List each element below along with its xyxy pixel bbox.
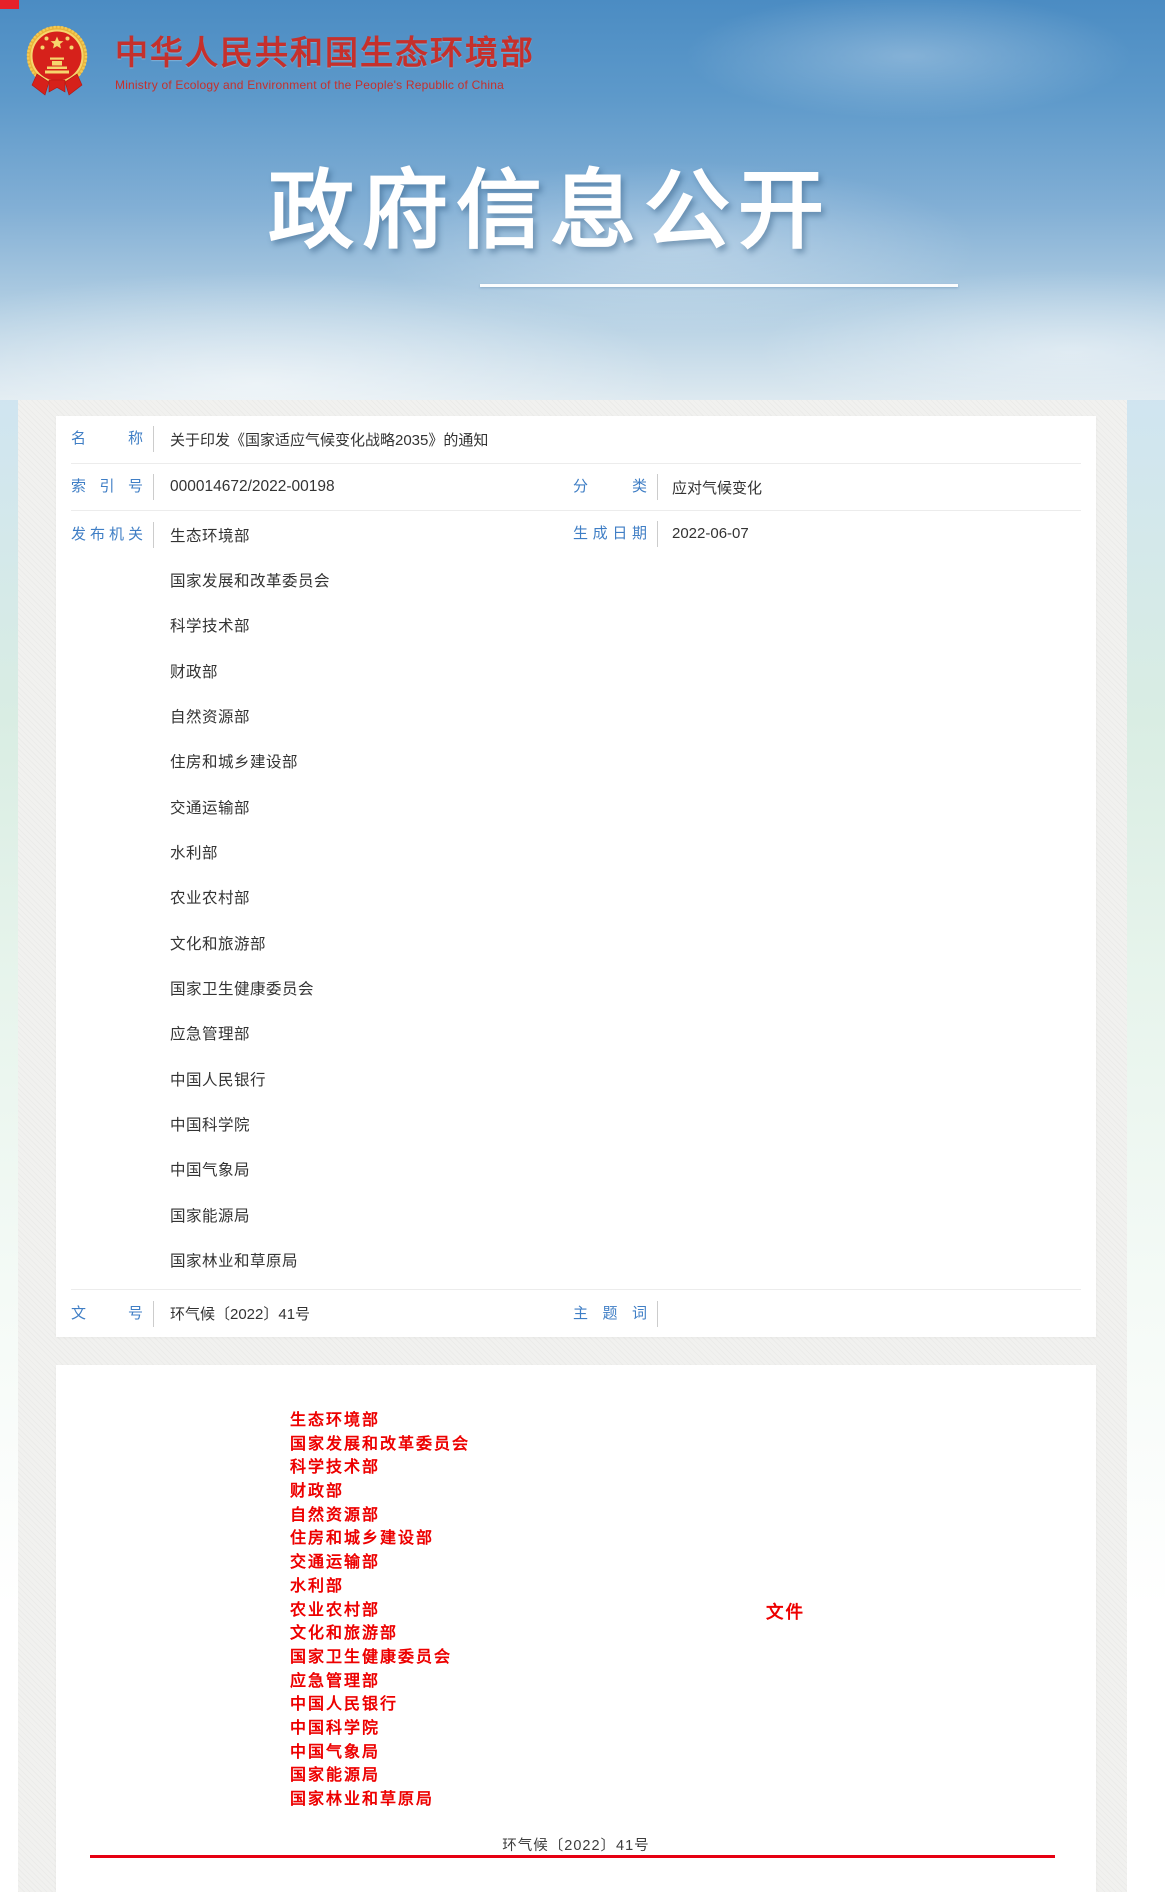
- document-agency-item: 生态环境部: [290, 1409, 1096, 1433]
- issuer-agency-item: 中国气象局: [170, 1147, 330, 1192]
- issuer-agency-item: 国家能源局: [170, 1192, 330, 1237]
- issuer-label: 发布机关: [71, 526, 143, 544]
- issuer-agency-item: 国家林业和草原局: [170, 1238, 330, 1283]
- document-agency-item: 国家能源局: [290, 1764, 1096, 1788]
- ministry-name-cn: 中华人民共和国生态环境部: [115, 36, 535, 69]
- page-banner-title: 政府信息公开: [268, 168, 832, 254]
- divider: [153, 426, 154, 452]
- docno-label: 文号: [71, 1305, 143, 1323]
- divider: [153, 1301, 154, 1327]
- issuer-agency-item: 科学技术部: [170, 603, 330, 648]
- document-agency-item: 应急管理部: [290, 1670, 1096, 1694]
- document-agency-item: 交通运输部: [290, 1551, 1096, 1575]
- issuer-agency-item: 自然资源部: [170, 693, 330, 738]
- divider: [153, 474, 154, 500]
- sky-banner: 中华人民共和国生态环境部 Ministry of Ecology and Env…: [0, 0, 1165, 400]
- issuer-agency-item: 文化和旅游部: [170, 920, 330, 965]
- document-agency-item: 国家发展和改革委员会: [290, 1433, 1096, 1457]
- date-value: 2022-06-07: [672, 525, 749, 542]
- issuer-agency-item: 生态环境部: [170, 512, 330, 557]
- banner-underline: [480, 284, 958, 287]
- document-agency-item: 国家林业和草原局: [290, 1788, 1096, 1812]
- issuer-agency-list: 生态环境部国家发展和改革委员会科学技术部财政部自然资源部住房和城乡建设部交通运输…: [154, 512, 330, 1283]
- issuer-agency-item: 住房和城乡建设部: [170, 739, 330, 784]
- issuer-agency-item: 财政部: [170, 648, 330, 693]
- row-issuer-date: 发布机关 生态环境部国家发展和改革委员会科学技术部财政部自然资源部住房和城乡建设…: [71, 511, 1081, 1290]
- row-docno-subject: 文号 环气候〔2022〕41号 主题词: [71, 1290, 1081, 1337]
- issuer-agency-item: 国家发展和改革委员会: [170, 557, 330, 602]
- issuer-agency-item: 中国人民银行: [170, 1056, 330, 1101]
- issuer-agency-item: 交通运输部: [170, 784, 330, 829]
- document-agency-item: 水利部: [290, 1575, 1096, 1599]
- document-agency-item: 自然资源部: [290, 1504, 1096, 1528]
- divider: [657, 1301, 658, 1327]
- category-label: 分类: [573, 478, 647, 496]
- subject-label: 主题词: [573, 1305, 647, 1323]
- issuer-agency-item: 中国科学院: [170, 1101, 330, 1146]
- national-emblem-icon: [25, 24, 89, 102]
- issuer-agency-item: 应急管理部: [170, 1011, 330, 1056]
- row-name: 名称 关于印发《国家适应气候变化战略2035》的通知: [71, 416, 1081, 464]
- issuer-agency-item: 水利部: [170, 829, 330, 874]
- index-label: 索引号: [71, 478, 143, 496]
- row-index-category: 索引号 000014672/2022-00198 分类 应对气候变化: [71, 464, 1081, 512]
- document-agency-item: 文化和旅游部: [290, 1622, 1096, 1646]
- index-value: 000014672/2022-00198: [170, 478, 335, 496]
- document-file-label: 文件: [766, 1599, 805, 1624]
- issuer-agency-item: 农业农村部: [170, 875, 330, 920]
- ministry-name-en: Ministry of Ecology and Environment of t…: [115, 78, 535, 92]
- document-agency-list: 生态环境部国家发展和改革委员会科学技术部财政部自然资源部住房和城乡建设部交通运输…: [56, 1365, 1096, 1812]
- document-agency-item: 中国科学院: [290, 1717, 1096, 1741]
- document-red-rule: [90, 1855, 1055, 1858]
- category-value: 应对气候变化: [672, 477, 762, 498]
- name-label: 名称: [71, 430, 143, 448]
- document-agency-item: 中国气象局: [290, 1741, 1096, 1765]
- name-value: 关于印发《国家适应气候变化战略2035》的通知: [170, 429, 488, 450]
- document-agency-item: 财政部: [290, 1480, 1096, 1504]
- corner-red-mark: [0, 0, 19, 9]
- document-number: 环气候〔2022〕41号: [56, 1834, 1096, 1855]
- divider: [657, 521, 658, 547]
- content-background: 名称 关于印发《国家适应气候变化战略2035》的通知 索引号 000014672…: [18, 400, 1127, 1892]
- document-agency-item: 农业农村部: [290, 1599, 1096, 1623]
- document-agency-item: 科学技术部: [290, 1456, 1096, 1480]
- date-label: 生成日期: [573, 525, 647, 543]
- docno-value: 环气候〔2022〕41号: [170, 1303, 310, 1324]
- document-agency-item: 国家卫生健康委员会: [290, 1646, 1096, 1670]
- site-brand: 中华人民共和国生态环境部 Ministry of Ecology and Env…: [25, 24, 535, 102]
- document-agency-item: 住房和城乡建设部: [290, 1527, 1096, 1551]
- document-preview-card: 生态环境部国家发展和改革委员会科学技术部财政部自然资源部住房和城乡建设部交通运输…: [56, 1365, 1096, 1892]
- info-table-card: 名称 关于印发《国家适应气候变化战略2035》的通知 索引号 000014672…: [56, 416, 1096, 1337]
- divider: [657, 474, 658, 500]
- issuer-agency-item: 国家卫生健康委员会: [170, 965, 330, 1010]
- document-agency-item: 中国人民银行: [290, 1693, 1096, 1717]
